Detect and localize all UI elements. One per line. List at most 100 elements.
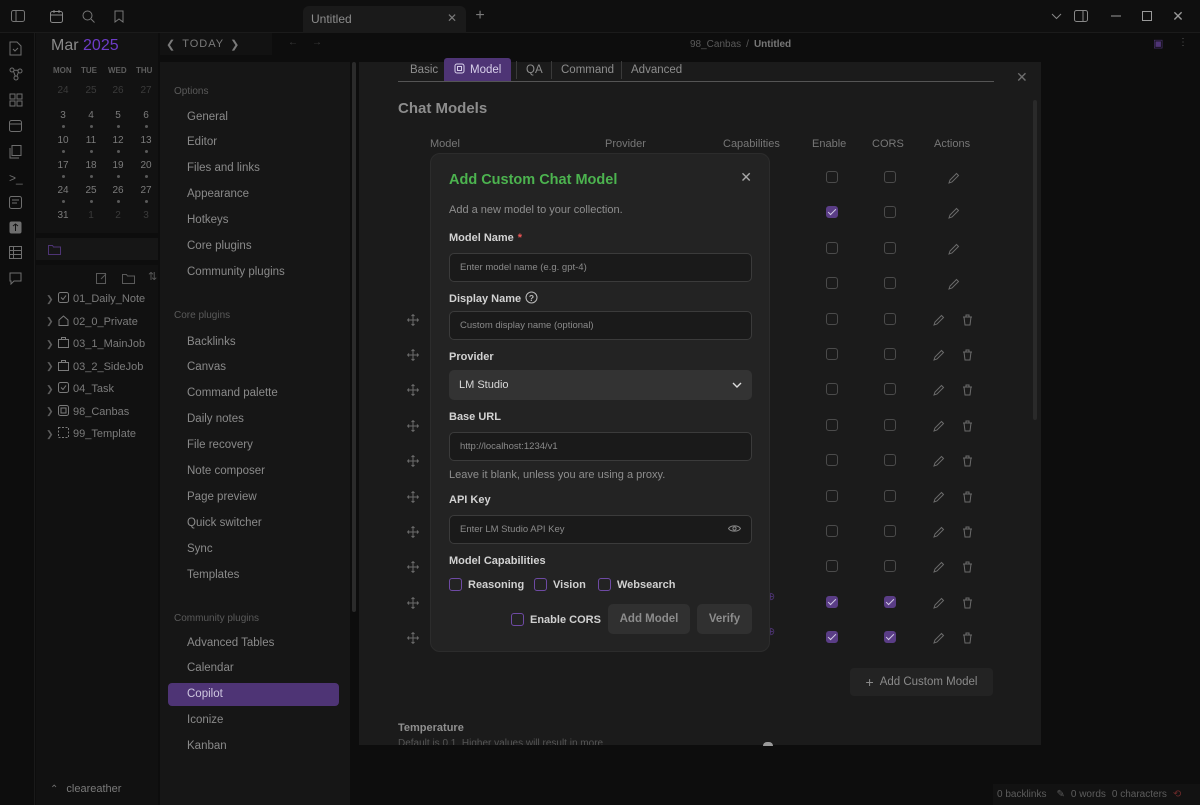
calendar-day[interactable]: 2 (109, 210, 127, 221)
maximize-icon[interactable] (1137, 6, 1157, 26)
drag-handle-icon[interactable] (407, 525, 419, 538)
calendar-day[interactable]: 17 (54, 160, 72, 171)
settings-nav-appearance[interactable]: Appearance (168, 183, 339, 206)
calendar-day[interactable]: 26 (109, 185, 127, 196)
delete-icon[interactable] (962, 525, 974, 538)
calendar-day[interactable]: 24 (54, 85, 72, 96)
cors-checkbox[interactable] (884, 560, 896, 573)
reasoning-checkbox[interactable]: Reasoning (449, 578, 524, 591)
calendar-day[interactable]: 3 (137, 210, 155, 221)
enable-checkbox[interactable] (826, 595, 838, 608)
settings-nav-editor[interactable]: Editor (168, 131, 339, 154)
tab-model[interactable]: Model (444, 58, 512, 81)
edit-icon[interactable] (933, 490, 945, 503)
pencil-icon[interactable]: ✎ (1056, 789, 1064, 800)
chevron-right-icon[interactable]: ❯ (46, 429, 54, 440)
enable-checkbox[interactable] (826, 277, 838, 290)
settings-nav-command-palette[interactable]: Command palette (168, 382, 339, 405)
calendar-day[interactable]: 6 (137, 110, 155, 121)
enable-checkbox[interactable] (826, 206, 838, 219)
tab-basic[interactable]: Basic (400, 58, 448, 81)
provider-select[interactable]: LM Studio (449, 370, 752, 400)
checkbox-box[interactable] (511, 613, 524, 626)
drag-handle-icon[interactable] (407, 348, 419, 361)
enable-checkbox[interactable] (826, 489, 838, 502)
edit-icon[interactable] (933, 313, 945, 326)
chevron-right-icon[interactable]: ❯ (46, 384, 54, 395)
sidebar-toggle-icon[interactable] (8, 6, 28, 26)
chevron-right-icon[interactable]: ❯ (46, 316, 54, 327)
vision-checkbox[interactable]: Vision (534, 578, 586, 591)
edit-icon[interactable] (933, 383, 945, 397)
chevron-right-icon[interactable]: ❯ (46, 339, 54, 350)
delete-icon[interactable] (962, 313, 974, 326)
cors-checkbox[interactable] (884, 489, 896, 502)
calendar-day[interactable]: 10 (54, 135, 72, 146)
settings-nav-templates[interactable]: Templates (168, 563, 339, 586)
bookmark-icon[interactable] (109, 6, 129, 26)
calendar-icon[interactable] (46, 6, 66, 26)
settings-nav-file-recovery[interactable]: File recovery (168, 434, 339, 457)
settings-nav-advanced-tables[interactable]: Advanced Tables (168, 631, 339, 654)
templates-icon[interactable] (9, 145, 26, 162)
calendar-day[interactable]: 19 (109, 160, 127, 171)
calendar-day[interactable]: 20 (137, 160, 155, 171)
delete-icon[interactable] (962, 560, 974, 573)
delete-icon[interactable] (962, 454, 974, 467)
new-note-icon[interactable] (96, 271, 108, 289)
close-window-icon[interactable]: ✕ (1168, 6, 1188, 26)
checkbox-box[interactable] (449, 578, 462, 591)
graph-view-icon[interactable] (9, 67, 26, 84)
minimize-icon[interactable] (1106, 6, 1126, 26)
settings-nav-daily-notes[interactable]: Daily notes (168, 408, 339, 431)
calendar-day[interactable]: 25 (82, 85, 100, 96)
checkbox-box[interactable] (598, 578, 611, 591)
folder-item[interactable]: ❯ 02_0_Private (46, 313, 138, 331)
close-icon[interactable]: ✕ (740, 169, 752, 186)
settings-nav-page-preview[interactable]: Page preview (168, 485, 339, 508)
close-icon[interactable]: ✕ (447, 11, 457, 25)
settings-nav-backlinks[interactable]: Backlinks (168, 330, 339, 353)
folder-item[interactable]: ❯ 03_2_SideJob (46, 358, 143, 376)
calendar-day[interactable]: 12 (109, 135, 127, 146)
checkbox-box[interactable] (534, 578, 547, 591)
edit-icon[interactable] (933, 419, 945, 432)
copilot-icon[interactable]: ▣ (1153, 37, 1163, 50)
add-model-button[interactable]: Add Model (608, 604, 690, 634)
enable-checkbox[interactable] (826, 312, 838, 325)
calendar-day[interactable]: 25 (82, 185, 100, 196)
drag-handle-icon[interactable] (407, 383, 419, 397)
settings-nav-community-plugins[interactable]: Community plugins (168, 260, 339, 283)
calendar-day[interactable]: 26 (109, 85, 127, 96)
cors-checkbox[interactable] (884, 348, 896, 360)
drag-handle-icon[interactable] (407, 454, 419, 468)
calendar-day[interactable]: 5 (109, 110, 127, 121)
drag-handle-icon[interactable] (407, 596, 419, 609)
eye-icon[interactable] (727, 524, 742, 536)
calendar-day[interactable]: 27 (137, 85, 155, 96)
calendar-day[interactable]: 13 (137, 135, 155, 146)
cors-checkbox[interactable] (884, 312, 896, 325)
enable-checkbox[interactable] (826, 454, 838, 467)
drag-handle-icon[interactable] (407, 419, 419, 432)
websearch-checkbox[interactable]: Websearch (598, 578, 676, 591)
settings-nav-files-and-links[interactable]: Files and links (168, 157, 339, 180)
chevron-right-icon[interactable]: ❯ (46, 361, 54, 372)
cors-checkbox[interactable] (884, 383, 896, 396)
open-quick-switcher-icon[interactable] (9, 41, 26, 58)
edit-icon[interactable] (948, 171, 960, 184)
chevron-left-icon[interactable]: ❮ (166, 38, 176, 51)
settings-nav-canvas[interactable]: Canvas (168, 356, 339, 379)
calendar-day[interactable]: 27 (137, 185, 155, 196)
today-button[interactable]: TODAY (182, 38, 224, 50)
enable-checkbox[interactable] (826, 241, 838, 254)
breadcrumb-file[interactable]: Untitled (754, 39, 791, 50)
calendar-day[interactable]: 31 (54, 210, 72, 221)
folder-item[interactable]: ❯ 98_Canbas (46, 403, 129, 421)
backlinks-count[interactable]: 0 backlinks (997, 789, 1046, 800)
tab-untitled[interactable]: Untitled ✕ (303, 6, 466, 33)
delete-icon[interactable] (962, 631, 974, 644)
cors-checkbox[interactable] (884, 454, 896, 467)
calendar-day[interactable]: 3 (54, 110, 72, 121)
settings-nav-quick-switcher[interactable]: Quick switcher (168, 511, 339, 534)
